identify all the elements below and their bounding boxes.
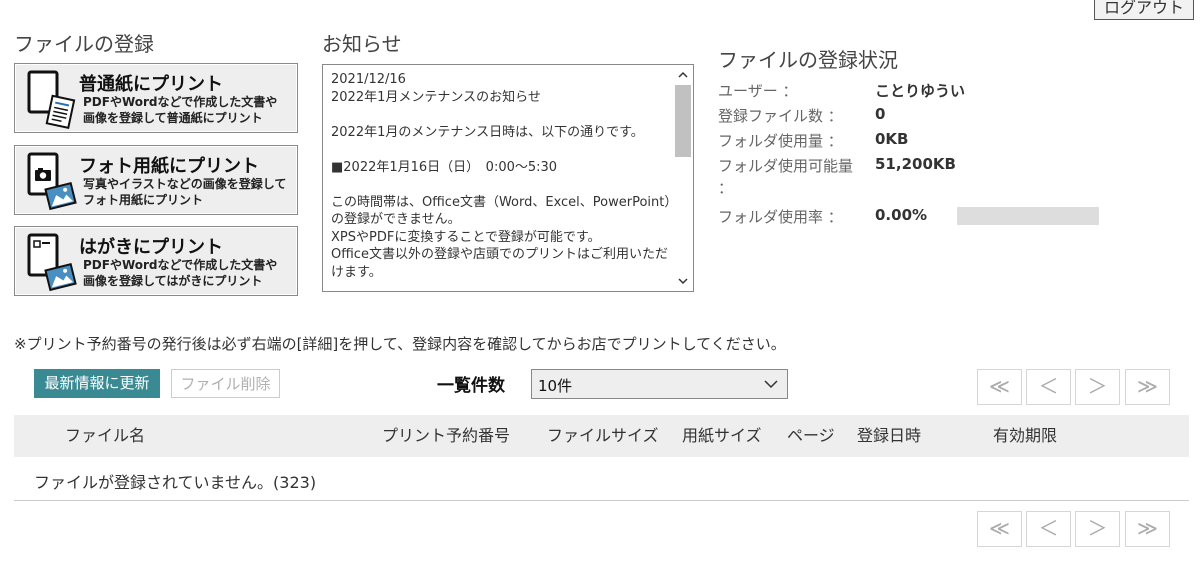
col-registered-at[interactable]: 登録日時 xyxy=(857,415,921,457)
camera-icon xyxy=(27,152,77,211)
refresh-button[interactable]: 最新情報に更新 xyxy=(34,369,160,398)
notice-scroll-thumb[interactable] xyxy=(675,85,691,157)
postcard-title: はがきにプリント xyxy=(79,237,223,258)
status-folder-usage-label: フォルダ使用量 ： xyxy=(718,132,843,150)
document-icon xyxy=(27,70,76,130)
status-folder-capacity-value: 51,200KB xyxy=(875,155,956,173)
col-file-size[interactable]: ファイルサイズ xyxy=(547,415,659,457)
col-expiry[interactable]: 有効期限 xyxy=(993,415,1057,457)
table-divider xyxy=(14,500,1189,501)
photo-paper-title: フォト用紙にプリント xyxy=(79,156,259,177)
scroll-down-icon[interactable] xyxy=(673,273,693,289)
status-title: ファイルの登録状況 xyxy=(718,48,898,72)
logout-button[interactable]: ログアウト xyxy=(1094,0,1194,20)
notice-scrollbar[interactable] xyxy=(673,65,693,291)
pager-next-button[interactable]: ＞ xyxy=(1075,369,1120,405)
pager-first-button[interactable]: ≪ xyxy=(977,369,1022,405)
notice-box[interactable]: 2021/12/16 2022年1月メンテナンスのお知らせ 2022年1月のメン… xyxy=(322,64,694,292)
status-file-count-label: 登録ファイル数 ： xyxy=(718,107,843,125)
empty-table-message: ファイルが登録されていません。(323) xyxy=(34,473,317,492)
status-usage-rate-label: フォルダ使用率 ： xyxy=(718,208,843,226)
list-count-value: 10件 xyxy=(538,377,573,395)
status-folder-capacity-label: フォルダ使用可能量 xyxy=(718,157,854,175)
notice-title: お知らせ xyxy=(322,32,402,56)
pager-last-button[interactable]: ≫ xyxy=(1125,369,1170,405)
pager-prev-button[interactable]: ＜ xyxy=(1026,369,1071,405)
print-note: ※プリント予約番号の発行後は必ず右端の[詳細]を押して、登録内容を確認してからお… xyxy=(14,335,786,353)
col-paper-size[interactable]: 用紙サイズ xyxy=(682,415,762,457)
postcard-icon xyxy=(27,233,77,292)
status-user-label: ユーザー ： xyxy=(718,82,798,100)
delete-file-button[interactable]: ファイル削除 xyxy=(171,369,280,398)
status-folder-usage-value: 0KB xyxy=(875,130,909,148)
postcard-print-button[interactable]: はがきにプリント PDFやWordなどで作成した文書や 画像を登録してはがきにプ… xyxy=(14,226,298,296)
status-folder-capacity-colon: ： xyxy=(718,179,734,197)
scroll-up-icon[interactable] xyxy=(673,67,693,83)
chevron-down-icon xyxy=(764,380,778,389)
pager-bottom-prev-button[interactable]: ＜ xyxy=(1026,511,1071,547)
notice-body: 2021/12/16 2022年1月メンテナンスのお知らせ 2022年1月のメン… xyxy=(331,72,671,280)
postcard-desc: PDFやWordなどで作成した文書や 画像を登録してはがきにプリント xyxy=(83,258,278,288)
list-count-label: 一覧件数 xyxy=(437,376,505,396)
col-pages[interactable]: ページ xyxy=(787,415,835,457)
file-table-header: ファイル名 プリント予約番号 ファイルサイズ 用紙サイズ ページ 登録日時 有効… xyxy=(14,415,1189,457)
status-file-count-value: 0 xyxy=(875,105,886,123)
col-file-name[interactable]: ファイル名 xyxy=(65,415,145,457)
register-title: ファイルの登録 xyxy=(14,32,154,56)
photo-paper-desc: 写真やイラストなどの画像を登録して フォト用紙にプリント xyxy=(83,177,287,207)
status-user-value: ことりゆうい xyxy=(875,82,966,100)
plain-paper-desc: PDFやWordなどで作成した文書や 画像を登録して普通紙にプリント xyxy=(83,95,278,125)
pager-bottom-last-button[interactable]: ≫ xyxy=(1125,511,1170,547)
col-reservation-number[interactable]: プリント予約番号 xyxy=(382,415,510,457)
plain-paper-title: 普通紙にプリント xyxy=(79,74,223,95)
pager-bottom-first-button[interactable]: ≪ xyxy=(977,511,1022,547)
status-usage-rate-value: 0.00% xyxy=(875,206,928,224)
plain-paper-print-button[interactable]: 普通紙にプリント PDFやWordなどで作成した文書や 画像を登録して普通紙にプ… xyxy=(14,63,298,133)
photo-paper-print-button[interactable]: フォト用紙にプリント 写真やイラストなどの画像を登録して フォト用紙にプリント xyxy=(14,145,298,215)
usage-progress-bar xyxy=(957,207,1099,225)
pager-bottom-next-button[interactable]: ＞ xyxy=(1075,511,1120,547)
list-count-select[interactable]: 10件 xyxy=(531,369,788,399)
